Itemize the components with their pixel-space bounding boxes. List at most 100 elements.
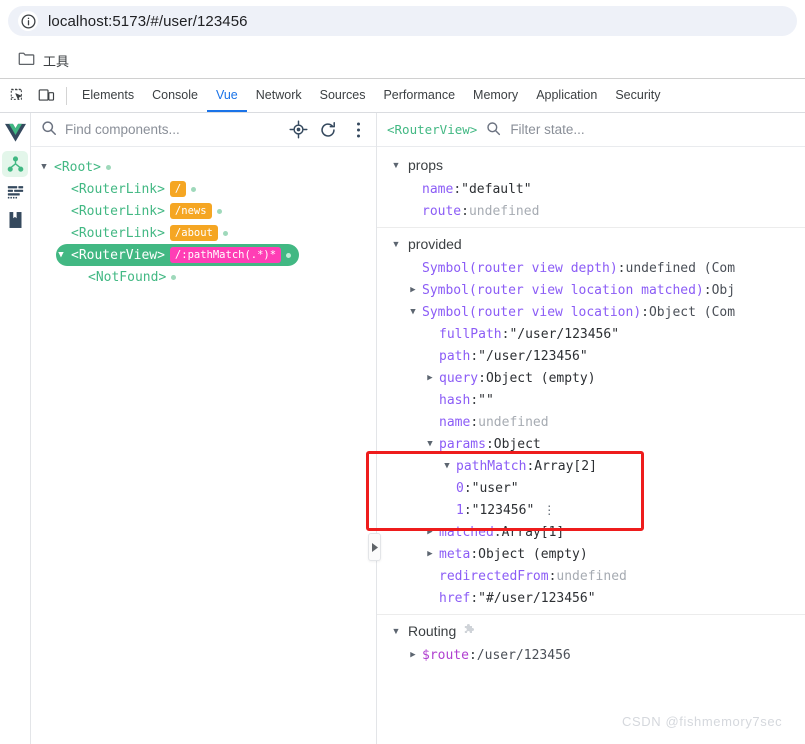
state-row[interactable]: ▼ pathMatch: Array[2] bbox=[377, 455, 805, 477]
chevron-right-icon[interactable]: ▶ bbox=[425, 527, 435, 537]
more-vertical-icon[interactable] bbox=[346, 118, 370, 142]
browser-window: localhost:5173/#/user/123456 工具 Elements… bbox=[0, 0, 805, 744]
state-section-header[interactable]: ▼ props bbox=[377, 152, 805, 178]
chevron-right-icon[interactable]: ▶ bbox=[425, 373, 435, 383]
tree-node[interactable]: <NotFound> bbox=[73, 266, 184, 288]
state-row[interactable]: 1: "123456" ⋮ bbox=[377, 499, 805, 521]
filter-state-input[interactable] bbox=[510, 122, 795, 137]
state-separator: : bbox=[470, 546, 479, 562]
state-separator: : bbox=[468, 647, 477, 663]
chevron-down-icon[interactable]: ▼ bbox=[442, 461, 452, 471]
chevron-right-icon[interactable]: ▶ bbox=[408, 285, 418, 295]
state-row[interactable]: redirectedFrom: undefined bbox=[377, 565, 805, 587]
tree-node[interactable]: ▼ <Root> bbox=[39, 156, 119, 178]
state-value: /user/123456 bbox=[476, 647, 571, 663]
tab-vue[interactable]: Vue bbox=[206, 79, 247, 112]
tree-node-route-badge: /news bbox=[169, 202, 212, 220]
info-circle-icon[interactable] bbox=[18, 11, 38, 31]
tab-elements[interactable]: Elements bbox=[73, 79, 143, 112]
chevron-down-icon[interactable]: ▼ bbox=[425, 439, 435, 449]
chevron-down-icon[interactable]: ▼ bbox=[408, 307, 418, 317]
chevron-down-icon[interactable]: ▼ bbox=[39, 162, 49, 172]
state-row[interactable]: hash: "" bbox=[377, 389, 805, 411]
tab-application[interactable]: Application bbox=[527, 79, 606, 112]
state-toolbar: <RouterView> bbox=[377, 113, 805, 147]
tree-node[interactable]: <RouterLink>/news bbox=[56, 200, 230, 222]
row-actions-icon[interactable]: ⋮ bbox=[543, 503, 555, 517]
state-row[interactable]: ▶ matched: Array[1] bbox=[377, 521, 805, 543]
state-row[interactable]: name: undefined bbox=[377, 411, 805, 433]
state-value: Obj bbox=[711, 282, 736, 298]
state-separator: : bbox=[703, 282, 712, 298]
component-tree-icon[interactable] bbox=[2, 151, 28, 177]
state-key: params bbox=[439, 436, 486, 452]
state-value: "" bbox=[478, 392, 494, 408]
tree-node-tag: <RouterLink> bbox=[71, 203, 165, 219]
state-section-title: props bbox=[408, 157, 444, 173]
chevron-down-icon[interactable]: ▼ bbox=[391, 239, 401, 249]
state-key: matched bbox=[439, 524, 494, 540]
chevron-down-icon[interactable]: ▼ bbox=[56, 250, 66, 260]
devtools-panel: Elements Console Vue Network Sources Per… bbox=[0, 78, 805, 744]
state-row[interactable]: ▼ Symbol(router view location): Object (C… bbox=[377, 301, 805, 323]
component-tree-pane: ▼<Root><RouterLink>/<RouterLink>/news<Ro… bbox=[31, 113, 381, 744]
pane-collapse-handle[interactable] bbox=[368, 533, 381, 561]
search-input[interactable] bbox=[65, 122, 280, 137]
state-row[interactable]: href: "#/user/123456" bbox=[377, 587, 805, 609]
tree-node[interactable]: <RouterLink> / bbox=[56, 178, 204, 200]
folder-icon bbox=[18, 51, 35, 69]
state-row[interactable]: ▼ params: Object bbox=[377, 433, 805, 455]
find-components-wrap[interactable] bbox=[41, 120, 280, 139]
state-key: Symbol(router view location matched) bbox=[422, 282, 704, 298]
tab-memory[interactable]: Memory bbox=[464, 79, 527, 112]
state-separator: : bbox=[493, 524, 502, 540]
state-row[interactable]: name: "default" bbox=[377, 178, 805, 200]
state-row[interactable]: ▶ Symbol(router view location matched): O… bbox=[377, 279, 805, 301]
state-key: Symbol(router view location) bbox=[422, 304, 642, 320]
bookmark-folder-tools[interactable]: 工具 bbox=[12, 48, 75, 73]
state-row[interactable]: route: undefined bbox=[377, 200, 805, 222]
state-row[interactable]: ▶ meta: Object (empty) bbox=[377, 543, 805, 565]
chevron-right-icon[interactable]: ▶ bbox=[425, 549, 435, 559]
tab-security[interactable]: Security bbox=[606, 79, 669, 112]
state-key: 1 bbox=[456, 502, 464, 518]
state-value: undefined bbox=[478, 414, 549, 430]
tree-node[interactable]: <RouterLink>/about bbox=[56, 222, 236, 244]
state-section-header[interactable]: ▼ Routing bbox=[377, 618, 805, 644]
state-section-title: Routing bbox=[408, 623, 457, 639]
tab-performance[interactable]: Performance bbox=[374, 79, 464, 112]
state-separator: : bbox=[478, 370, 486, 386]
state-value: "/user/123456" bbox=[478, 348, 588, 364]
state-row[interactable]: Symbol(router view depth): undefined (Co… bbox=[377, 257, 805, 279]
docs-book-icon[interactable] bbox=[2, 207, 28, 233]
bookmarks-bar: 工具 bbox=[0, 42, 805, 78]
state-value: Object (Com bbox=[648, 304, 736, 320]
address-bar[interactable]: localhost:5173/#/user/123456 bbox=[8, 6, 797, 36]
state-row[interactable]: 0: "user" bbox=[377, 477, 805, 499]
tree-node[interactable]: ▼ <RouterView>/:pathMatch(.*)* bbox=[56, 244, 300, 266]
component-tree-toolbar bbox=[31, 113, 376, 147]
device-toolbar-icon[interactable] bbox=[32, 82, 60, 110]
state-row[interactable]: ▶ query: Object (empty) bbox=[377, 367, 805, 389]
target-select-icon[interactable] bbox=[286, 118, 310, 142]
chevron-down-icon[interactable]: ▼ bbox=[391, 160, 401, 170]
tree-node-status-dot bbox=[286, 252, 292, 258]
state-separator: : bbox=[463, 502, 472, 518]
inspect-element-icon[interactable] bbox=[4, 82, 32, 110]
state-key: pathMatch bbox=[456, 458, 527, 474]
tab-network[interactable]: Network bbox=[247, 79, 311, 112]
state-row[interactable]: path: "/user/123456" bbox=[377, 345, 805, 367]
tree-node-route-badge: /:pathMatch(.*)* bbox=[169, 246, 282, 264]
refresh-icon[interactable] bbox=[316, 118, 340, 142]
tab-sources[interactable]: Sources bbox=[311, 79, 375, 112]
state-section-title: provided bbox=[408, 236, 462, 252]
tab-console[interactable]: Console bbox=[143, 79, 207, 112]
chevron-right-icon[interactable]: ▶ bbox=[408, 650, 418, 660]
state-row[interactable]: fullPath: "/user/123456" bbox=[377, 323, 805, 345]
chevron-down-icon[interactable]: ▼ bbox=[391, 626, 401, 636]
state-section-header[interactable]: ▼ provided bbox=[377, 231, 805, 257]
state-row[interactable]: ▶ $route: /user/123456 bbox=[377, 644, 805, 666]
component-state-pane: <RouterView> ▼ props name: "default"route:… bbox=[377, 113, 805, 744]
bookmark-label: 工具 bbox=[43, 53, 70, 69]
timeline-icon[interactable] bbox=[2, 179, 28, 205]
